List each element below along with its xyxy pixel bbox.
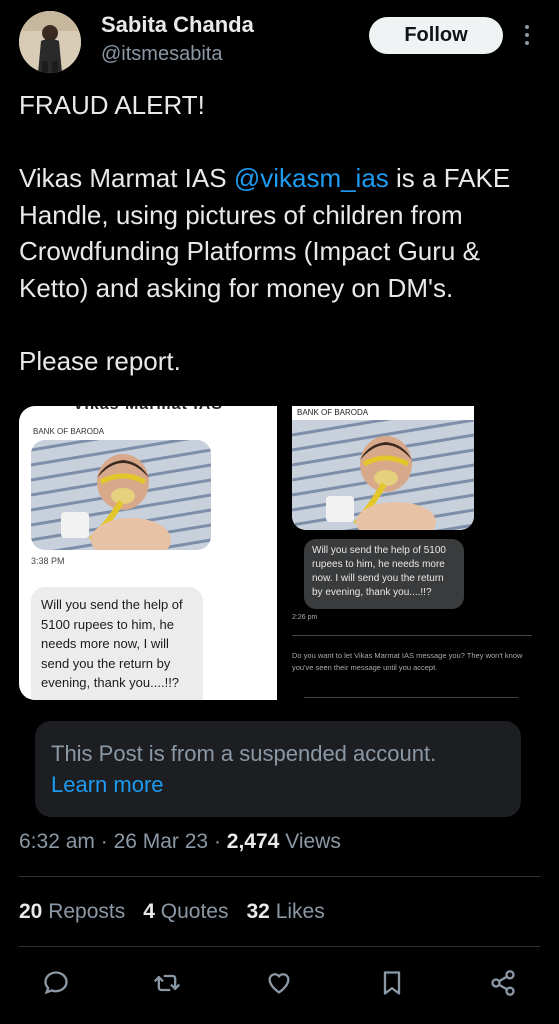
mention-link[interactable]: @vikasm_ias: [234, 163, 389, 193]
post-stats: 20 Reposts 4 Quotes 32 Likes: [19, 900, 343, 924]
bookmark-icon[interactable]: [374, 965, 410, 1001]
like-icon[interactable]: [261, 965, 297, 1001]
media-left-time: 3:38 PM: [31, 556, 65, 566]
media-image-right[interactable]: BANK OF BARODA Will you send the help of…: [282, 406, 540, 700]
post-intro: Vikas Marmat IAS: [19, 163, 234, 193]
follow-button[interactable]: Follow: [369, 17, 503, 54]
divider: [19, 876, 540, 877]
more-icon[interactable]: [519, 22, 535, 48]
quotes-label: Quotes: [160, 900, 229, 923]
post-media[interactable]: Vikas Marmat IAS BANK OF BARODA: [19, 406, 540, 700]
share-icon[interactable]: [485, 965, 521, 1001]
media-right-time: 2:26 pm: [292, 614, 318, 621]
action-bar: [0, 965, 559, 1009]
views-label: Views: [285, 830, 341, 853]
suspended-notice-text: This Post is from a suspended account.: [51, 741, 437, 766]
post-date[interactable]: 26 Mar 23: [114, 830, 209, 853]
media-right-bank: BANK OF BARODA: [297, 408, 369, 417]
repost-icon[interactable]: [149, 965, 185, 1001]
post-time[interactable]: 6:32 am: [19, 830, 95, 853]
divider: [292, 635, 532, 636]
author-handle[interactable]: @itsmesabita: [101, 43, 222, 66]
quotes-stat[interactable]: 4 Quotes: [143, 900, 228, 923]
post-report: Please report.: [19, 345, 181, 376]
author-name[interactable]: Sabita Chanda: [101, 12, 254, 38]
child-photo: [31, 440, 211, 550]
reposts-label: Reposts: [48, 900, 126, 923]
likes-stat[interactable]: 32 Likes: [247, 900, 325, 923]
suspended-notice: This Post is from a suspended account. L…: [35, 721, 521, 817]
media-image-left[interactable]: Vikas Marmat IAS BANK OF BARODA: [19, 406, 277, 700]
media-right-note: Do you want to let Vikas Marmat IAS mess…: [292, 651, 523, 672]
media-left-title: Vikas Marmat IAS: [73, 406, 223, 414]
media-left-bank: BANK OF BARODA: [33, 427, 105, 436]
post-alert: FRAUD ALERT!: [19, 90, 205, 120]
media-right-card: BANK OF BARODA: [292, 406, 474, 530]
divider: [304, 697, 518, 698]
post-meta: 6:32 am · 26 Mar 23 · 2,474 Views: [19, 830, 341, 853]
reposts-stat[interactable]: 20 Reposts: [19, 900, 125, 923]
likes-label: Likes: [275, 900, 325, 923]
post-text: FRAUD ALERT! Vikas Marmat IAS @vikasm_ia…: [19, 87, 544, 379]
media-left-message: Will you send the help of 5100 rupees to…: [31, 587, 203, 700]
post-header: Sabita Chanda @itsmesabita Follow: [0, 0, 559, 90]
views-count: 2,474: [226, 830, 280, 853]
likes-count: 32: [246, 900, 270, 923]
learn-more-link[interactable]: Learn more: [51, 772, 505, 798]
reposts-count: 20: [19, 900, 43, 923]
quotes-count: 4: [143, 900, 155, 923]
avatar[interactable]: [19, 11, 81, 73]
child-photo: [292, 406, 474, 530]
divider: [19, 946, 540, 947]
reply-icon[interactable]: [38, 965, 74, 1001]
media-right-message: Will you send the help of 5100 rupees to…: [304, 539, 464, 609]
